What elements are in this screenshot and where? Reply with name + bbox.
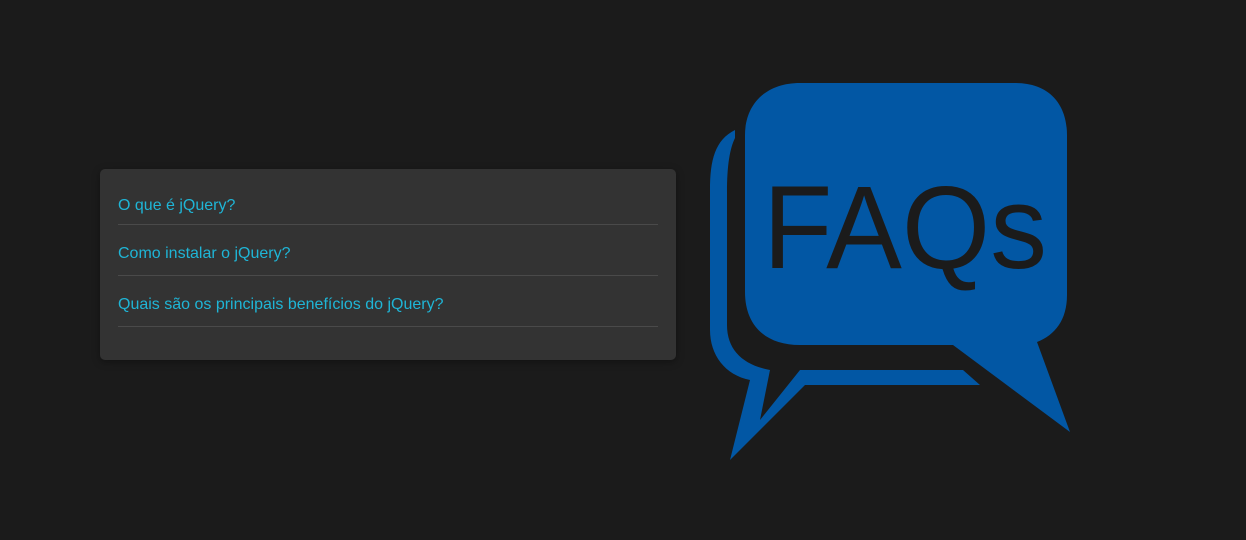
faq-item[interactable]: Como instalar o jQuery?	[118, 225, 658, 276]
faq-logo-text: FAQs	[763, 162, 1047, 294]
faq-speech-bubbles-icon: FAQs	[710, 83, 1070, 460]
faq-question-1[interactable]: O que é jQuery?	[118, 196, 235, 216]
faq-item[interactable]: O que é jQuery?	[118, 185, 658, 225]
faq-page: O que é jQuery? Como instalar o jQuery? …	[0, 0, 1246, 540]
faq-question-2[interactable]: Como instalar o jQuery?	[118, 244, 291, 264]
faq-item[interactable]: Quais são os principais benefícios do jQ…	[118, 276, 658, 327]
faq-accordion: O que é jQuery? Como instalar o jQuery? …	[100, 169, 676, 360]
faq-list: O que é jQuery? Como instalar o jQuery? …	[118, 185, 658, 327]
faq-question-3[interactable]: Quais são os principais benefícios do jQ…	[118, 295, 444, 315]
